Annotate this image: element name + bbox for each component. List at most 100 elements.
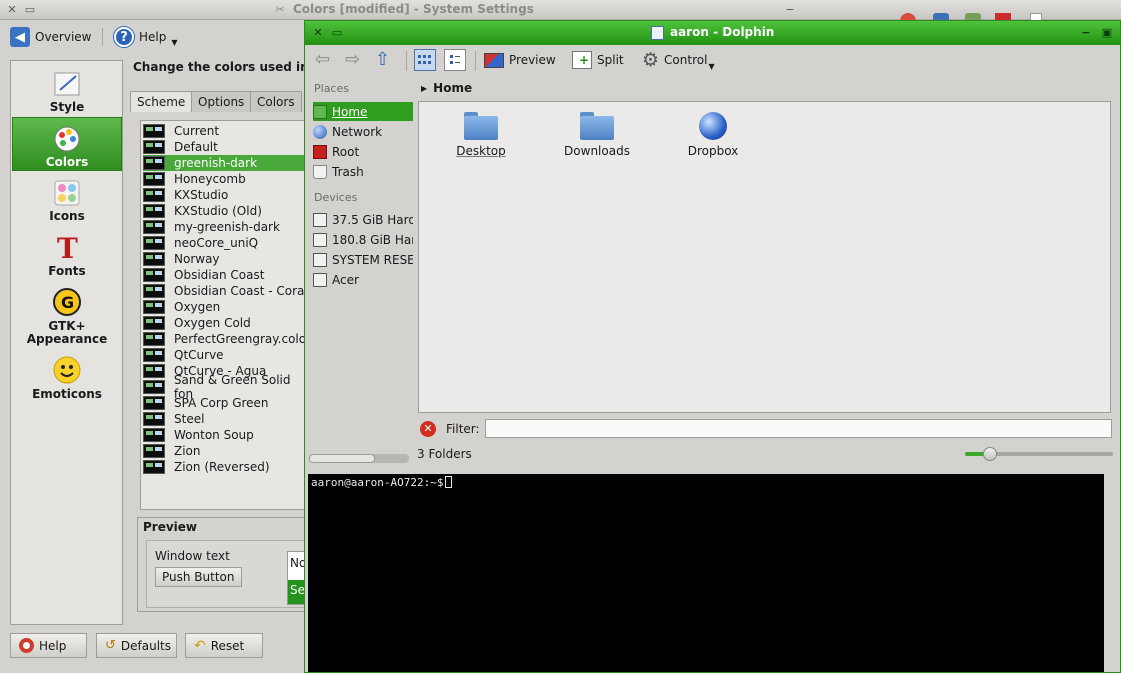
category-gtk-appearance[interactable]: G GTK+ Appearance [12,282,122,349]
place-root[interactable]: Root [313,142,413,161]
device-label: Acer [332,272,359,287]
terminal-panel[interactable]: aaron@aaron-AO722:~$ [308,474,1104,672]
device-label: 180.8 GiB Har [332,232,413,247]
scheme-label: Zion [174,444,201,458]
scheme-item[interactable]: PerfectGreengray.color [143,331,309,347]
scheme-label: KXStudio (Old) [174,204,262,218]
color-swatch-icon [143,428,165,442]
window-menu-icon[interactable]: ▭ [330,26,344,40]
file-item-dropbox[interactable]: Dropbox [668,112,758,158]
place-home[interactable]: Home [313,102,413,121]
scheme-item[interactable]: Sand & Green Solid fon [143,373,309,401]
control-menu-button[interactable]: ⚙ Control ▼ [642,49,715,71]
tab-colors[interactable]: Colors [250,91,302,112]
scheme-item[interactable]: Obsidian Coast [143,267,309,283]
scheme-item[interactable]: Steel [143,411,309,427]
scheme-item[interactable]: Default [143,139,309,155]
scheme-label: Oxygen Cold [174,316,251,330]
dolphin-toolbar: ⇦ ⇨ ⇧ Preview + Split ⚙ Control ▼ [305,45,1120,75]
place-trash[interactable]: Trash [313,162,413,181]
scheme-item[interactable]: my-greenish-dark [143,219,309,235]
scheme-item[interactable]: greenish-dark [143,155,309,171]
scheme-item[interactable]: KXStudio [143,187,309,203]
minimize-icon[interactable]: − [1079,26,1093,40]
scheme-item[interactable]: Oxygen Cold [143,315,309,331]
device-item[interactable]: SYSTEM RESE [313,250,413,269]
window-menu-icon[interactable]: ▭ [23,3,37,17]
scheme-label: Honeycomb [174,172,246,186]
details-view-button[interactable] [444,49,466,71]
terminal-scrollbar[interactable] [1105,474,1119,672]
device-item[interactable]: 180.8 GiB Har [313,230,413,249]
breadcrumb-home[interactable]: Home [433,81,472,95]
place-label: Network [332,124,383,139]
category-fonts[interactable]: T Fonts [12,227,122,281]
forward-arrow-icon: ⇨ [345,49,361,70]
icons-view-button[interactable] [414,49,436,71]
breadcrumb[interactable]: ▶ Home [421,81,472,95]
category-icons[interactable]: Icons [12,172,122,226]
svg-text:T: T [57,232,78,262]
device-item[interactable]: Acer [313,270,413,289]
device-item[interactable]: 37.5 GiB Hard [313,210,413,229]
tab-options[interactable]: Options [191,91,252,112]
close-icon[interactable]: ✕ [311,26,325,40]
scheme-item[interactable]: neoCore_uniQ [143,235,309,251]
scheme-item[interactable]: Oxygen [143,299,309,315]
scheme-item[interactable]: Zion [143,443,309,459]
overview-button[interactable]: ◀ Overview [10,26,92,48]
category-label: GTK+ Appearance [26,319,108,346]
file-item-downloads[interactable]: Downloads [552,112,642,158]
scrollbar-thumb[interactable] [309,454,375,463]
undo-icon: ↶ [194,637,206,654]
split-button[interactable]: + Split [572,49,624,71]
zoom-slider-handle[interactable] [983,447,998,461]
scheme-item[interactable]: SPA Corp Green [143,395,309,411]
scheme-item[interactable]: Obsidian Coast - Coral [143,283,309,299]
color-swatch-icon [143,268,165,282]
scheme-list[interactable]: Current Default greenish-dark Honeycomb KXSt… [140,120,310,510]
scheme-label: neoCore_uniQ [174,236,259,250]
help-label: Help [139,30,167,44]
clear-filter-icon[interactable]: ✕ [420,421,436,437]
scheme-item[interactable]: Norway [143,251,309,267]
category-colors[interactable]: Colors [12,117,122,171]
minimize-icon[interactable]: − [783,3,797,17]
back-button[interactable]: ⇦ [315,49,330,71]
fonts-icon: T [51,231,83,263]
root-folder-icon [313,144,327,159]
svg-text:G: G [61,293,74,312]
preview-button[interactable]: Preview [484,49,556,71]
help-menu-button[interactable]: ? Help ▼ [114,26,178,48]
up-button[interactable]: ⇧ [375,49,390,71]
preview-group: Preview Window text Push Button No Se [137,517,313,612]
help-button[interactable]: Help [10,633,87,658]
color-swatch-icon [143,220,165,234]
scheme-item[interactable]: Zion (Reversed) [143,459,309,475]
scheme-item[interactable]: Wonton Soup [143,427,309,443]
scheme-item[interactable]: Honeycomb [143,171,309,187]
preview-icon [484,52,504,68]
defaults-button[interactable]: ↺ Defaults [96,633,177,658]
tab-scheme[interactable]: Scheme [130,91,193,112]
category-sidebar: Style Colors Icons T Fonts G GTK+ Appear… [10,60,123,625]
forward-button[interactable]: ⇨ [345,49,360,71]
place-network[interactable]: Network [313,122,413,141]
scheme-item[interactable]: QtCurve [143,347,309,363]
file-view[interactable]: Desktop Downloads Dropbox [418,101,1111,413]
category-emoticons[interactable]: Emoticons [12,350,122,404]
maximize-icon[interactable]: ▣ [1100,26,1114,40]
dolphin-window: ✕ ▭ aaron - Dolphin − ▣ ⇦ ⇨ ⇧ Preview + … [304,20,1121,673]
category-style[interactable]: Style [12,63,122,117]
zoom-slider[interactable] [965,447,1113,461]
file-item-desktop[interactable]: Desktop [436,112,526,158]
filter-input[interactable] [485,419,1112,438]
scheme-item[interactable]: Current [143,123,309,139]
places-scrollbar[interactable] [309,454,409,463]
close-icon[interactable]: ✕ [5,3,19,17]
reset-button[interactable]: ↶ Reset [185,633,263,658]
color-swatch-icon [143,252,165,266]
device-label: 37.5 GiB Hard [332,212,413,227]
color-swatch-icon [143,300,165,314]
scheme-item[interactable]: KXStudio (Old) [143,203,309,219]
